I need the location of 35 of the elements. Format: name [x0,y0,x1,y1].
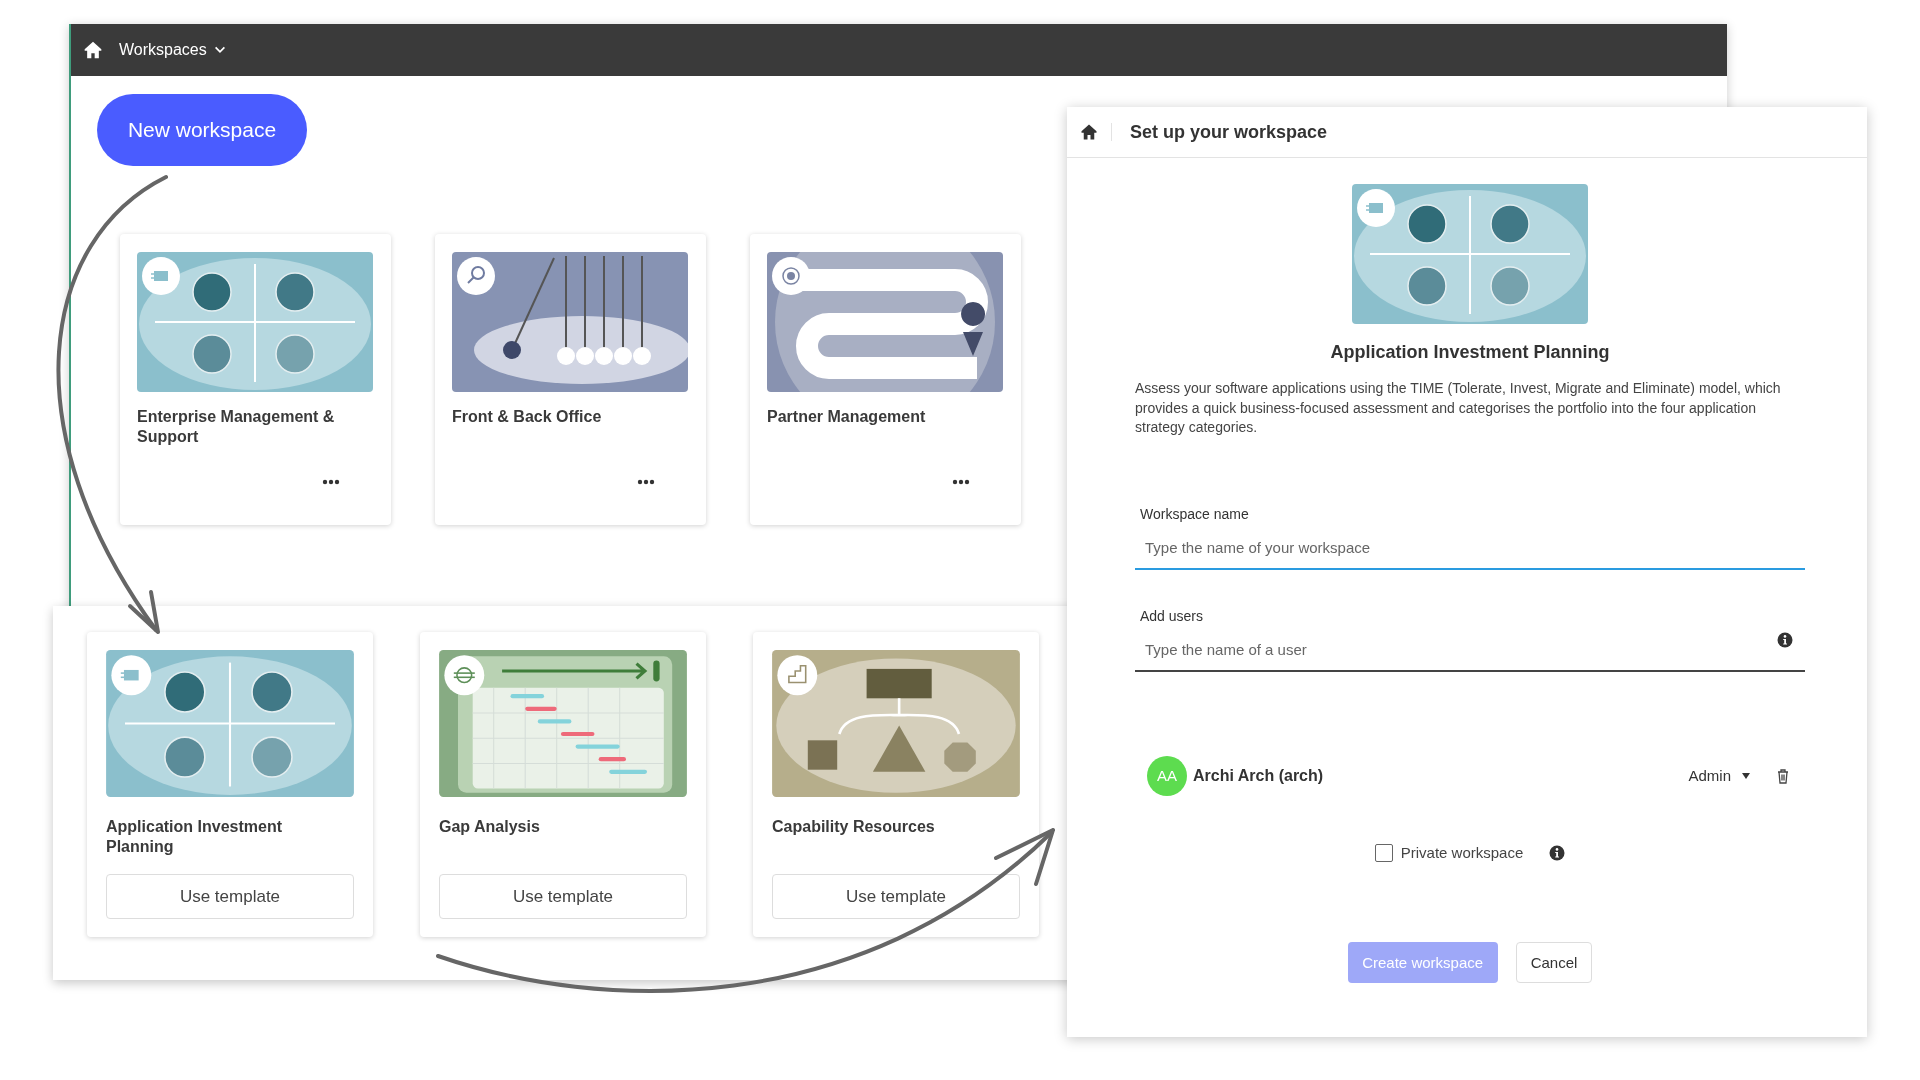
template-title: Application Investment Planning [1329,342,1611,363]
field-label: Workspace name [1139,505,1250,522]
workspace-card[interactable]: Partner Management [750,234,1021,525]
template-name: Capability Resources [772,817,936,837]
avatar: AA [1147,755,1187,796]
template-description: Assess your software applications using the TIME (Tolerate, Invest, Migrate and Eliminate) model, which provides a quick business-focused assessment and categorises the portfolio into the four application strategy categories. [1135,379,1782,437]
use-template-button[interactable]: Use template [106,874,354,919]
template-name: Gap Analysis [439,817,541,837]
trash-icon[interactable] [1775,767,1791,784]
workspace-name: Front & Back Office [452,407,603,427]
user-search-field[interactable]: Type the name of a user [1135,629,1805,672]
more-options-icon[interactable] [322,479,340,485]
workspace-name: Partner Management [767,407,927,427]
dialog-title: Set up your workspace [1129,121,1328,143]
use-template-button[interactable]: Use template [439,874,687,919]
cancel-button[interactable]: Cancel [1515,941,1593,983]
private-workspace-checkbox[interactable]: Private workspace [1374,843,1524,862]
workspace-name: Enterprise Management & Support [137,407,336,447]
info-icon[interactable] [1549,844,1566,861]
home-icon[interactable] [83,40,103,60]
more-options-icon[interactable] [952,479,970,485]
input-field[interactable]: Type the name of your workspace [1135,527,1805,570]
workspace-card[interactable]: Front & Back Office [435,234,706,525]
more-options-icon[interactable] [637,479,655,485]
workspace-card[interactable]: Enterprise Management & Support [120,234,391,525]
workspaces-menu[interactable]: Workspaces [119,37,227,63]
info-icon[interactable] [1777,631,1793,648]
use-template-button[interactable]: Use template [772,874,1020,919]
new-workspace-button[interactable]: New workspace [97,94,307,166]
template-name: Application Investment Planning [106,817,284,857]
field-label: Add users [1139,607,1205,624]
checkbox[interactable] [1374,843,1393,862]
caret-icon [1741,770,1751,781]
role-dropdown[interactable]: Admin [1688,767,1751,784]
user-name: Archi Arch (arch) [1193,766,1324,785]
